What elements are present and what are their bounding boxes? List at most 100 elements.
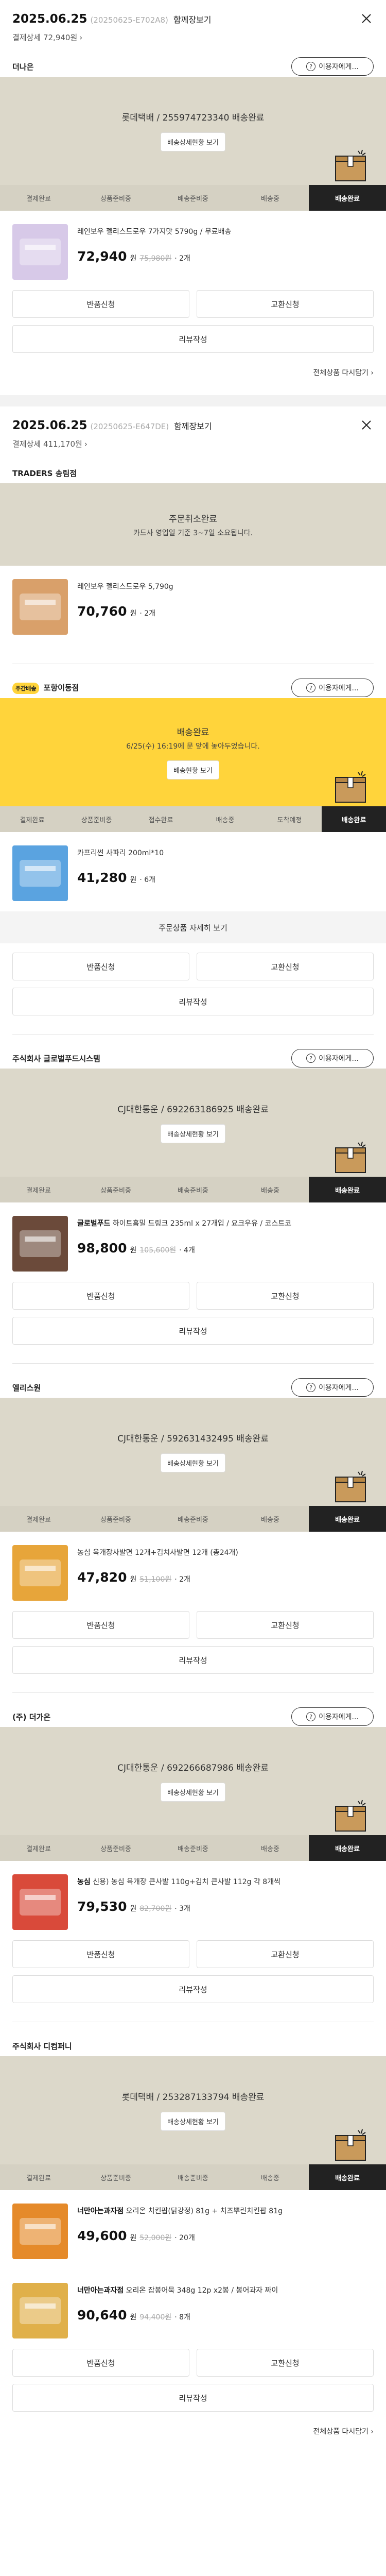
write-review-button[interactable]: 리뷰작성 bbox=[12, 1646, 374, 1674]
product-item[interactable]: 너만아는과자점 오리온 잡봉어묵 348g 12p x2봉 / 봉어과자 짜이 9… bbox=[12, 2269, 374, 2349]
delivery-status-title: 배송완료 bbox=[177, 727, 209, 738]
original-price: 105,600원 bbox=[139, 1246, 177, 1255]
help-button[interactable]: ? 이용자에게... bbox=[291, 57, 374, 76]
product-item[interactable]: 글로벌푸드 하이트홈밀 드링크 235ml x 27개입 / 요크우유 / 코스… bbox=[12, 1202, 374, 1282]
write-review-button[interactable]: 리뷰작성 bbox=[12, 325, 374, 353]
product-name: 카프리썬 사파리 200ml*10 bbox=[77, 849, 164, 859]
seller-row: 더나은 ? 이용자에게... bbox=[12, 56, 374, 77]
delivery-status-title: CJ대한통운 / 592631432495 배송완료 bbox=[117, 1434, 269, 1444]
product-price: 90,640 원 94,400원 · 8개 bbox=[77, 2308, 278, 2323]
product-info: 카프리썬 사파리 200ml*10 41,280 원 · 6개 bbox=[77, 845, 164, 885]
product-item[interactable]: 레인보우 젤리스드로우 5,790g 70,760 원 · 2개 bbox=[12, 566, 374, 645]
seller-name: 엘리스원 bbox=[12, 1382, 41, 1393]
write-review-button[interactable]: 리뷰작성 bbox=[12, 1975, 374, 2003]
delivery-step: 배송준비중 bbox=[178, 1516, 208, 1524]
price-currency: 원 bbox=[130, 875, 137, 884]
product-item[interactable]: 농심 신용) 농심 육개장 큰사발 110g+김치 큰사발 112g 각 8개씩… bbox=[12, 1861, 374, 1940]
delivery-status-banner: CJ대한통운 / 692263186925 배송완료 배송상세현황 보기 bbox=[0, 1069, 386, 1177]
write-review-button[interactable]: 리뷰작성 bbox=[12, 2384, 374, 2412]
return-request-button[interactable]: 반품신청 bbox=[12, 1282, 189, 1310]
product-thumbnail bbox=[12, 224, 68, 280]
delivery-step: 결제완료 bbox=[26, 195, 51, 203]
exchange-request-button[interactable]: 교환신청 bbox=[197, 1940, 374, 1968]
seller-name-text: 주식회사 디컴퍼니 bbox=[12, 2041, 72, 2051]
delivery-step: 배송완료 bbox=[309, 1506, 386, 1532]
order-detail-link[interactable]: 주문상품 자세히 보기 bbox=[0, 911, 386, 943]
help-icon: ? bbox=[306, 1383, 316, 1392]
seller-section: 주식회사 디컴퍼니 롯데택배 / 253287133794 배송완료 배송상세현황 … bbox=[0, 2022, 386, 2412]
return-request-button[interactable]: 반품신청 bbox=[12, 1940, 189, 1968]
seller-row: 주식회사 글로벌푸드시스템 ? 이용자에게... bbox=[12, 1048, 374, 1069]
delivery-step: 배송완료 bbox=[322, 806, 386, 832]
delivery-step: 상품준비중 bbox=[100, 1516, 131, 1524]
help-button[interactable]: ? 이용자에게... bbox=[291, 1378, 374, 1397]
product-item[interactable]: 농심 육개장사발면 12개+김치사발면 12개 (총24개) 47,820 원 51,… bbox=[12, 1532, 374, 1611]
product-name: 레인보우 젤리스드로우 5,790g bbox=[77, 582, 173, 592]
close-icon[interactable] bbox=[360, 419, 373, 431]
return-request-button[interactable]: 반품신청 bbox=[12, 2349, 189, 2377]
reorder-all-link[interactable]: 전체상품 다시담기 › bbox=[12, 353, 374, 395]
delivery-detail-button[interactable]: 배송상세현황 보기 bbox=[161, 2112, 225, 2131]
product-price: 47,820 원 51,100원 · 2개 bbox=[77, 1570, 238, 1585]
delivery-step: 상품준비중 bbox=[100, 195, 131, 203]
help-button[interactable]: ? 이용자에게... bbox=[291, 1049, 374, 1067]
product-quantity: · 8개 bbox=[174, 2313, 190, 2321]
delivery-steps: 결제완료 상품준비중 배송준비중 배송중 배송완료 bbox=[0, 2164, 386, 2190]
product-info: 레인보우 젤리스드로우 5,790g 70,760 원 · 2개 bbox=[77, 579, 173, 619]
payment-detail-link[interactable]: 결제상세 72,940원 › bbox=[12, 32, 374, 43]
exchange-request-button[interactable]: 교환신청 bbox=[197, 953, 374, 980]
delivery-step: 배송완료 bbox=[309, 1835, 386, 1861]
box-icon bbox=[332, 2128, 369, 2161]
order-date: 2025.06.25 bbox=[12, 12, 87, 26]
delivery-detail-button[interactable]: 배송현황 보기 bbox=[167, 760, 219, 779]
delivery-step: 상품준비중 bbox=[100, 1845, 131, 1853]
seller-row: (주) 더가온? 이용자에게... bbox=[12, 1706, 374, 1727]
exchange-request-button[interactable]: 교환신청 bbox=[197, 1611, 374, 1639]
delivery-step: 상품준비중 bbox=[100, 1187, 131, 1195]
exchange-request-button[interactable]: 교환신청 bbox=[197, 1282, 374, 1310]
seller-name: 주식회사 글로벌푸드시스템 bbox=[12, 1053, 100, 1064]
delivery-detail-button[interactable]: 배송상세현황 보기 bbox=[161, 132, 225, 151]
write-review-button[interactable]: 리뷰작성 bbox=[12, 988, 374, 1015]
return-request-button[interactable]: 반품신청 bbox=[12, 1611, 189, 1639]
product-item[interactable]: 카프리썬 사파리 200ml*10 41,280 원 · 6개 bbox=[12, 832, 374, 911]
delivery-detail-button[interactable]: 배송상세현황 보기 bbox=[161, 1124, 225, 1143]
payment-detail-link[interactable]: 결제상세 411,170원 › bbox=[12, 438, 374, 449]
product-quantity: · 6개 bbox=[139, 875, 156, 884]
delivery-detail-button[interactable]: 배송상세현황 보기 bbox=[161, 1453, 225, 1472]
help-button-label: 이용자에게... bbox=[319, 684, 359, 692]
price-currency: 원 bbox=[130, 1575, 137, 1584]
seller-name: 더나은 bbox=[12, 61, 33, 72]
product-thumbnail bbox=[12, 1545, 68, 1601]
delivery-step: 결제완료 bbox=[20, 816, 45, 824]
order-header: 2025.06.25 (20250625-E647DE) 함께장보기 bbox=[12, 419, 374, 432]
delivery-step: 배송준비중 bbox=[178, 2174, 208, 2182]
delivery-status-banner: 배송완료 6/25(수) 16:19에 문 앞에 놓아두었습니다. 배송현황 보기 bbox=[0, 698, 386, 806]
product-name: 너만아는과자점 오리온 치킨팝(닭강정) 81g + 치즈뿌린치킨팝 81g bbox=[77, 2207, 283, 2217]
reorder-all-link[interactable]: 전체상품 다시담기 › bbox=[12, 2412, 374, 2454]
return-request-button[interactable]: 반품신청 bbox=[12, 290, 189, 318]
price-value: 49,600 bbox=[77, 2228, 127, 2243]
delivery-detail-button[interactable]: 배송상세현황 보기 bbox=[161, 1783, 225, 1802]
price-value: 47,820 bbox=[77, 1569, 127, 1585]
exchange-request-button[interactable]: 교환신청 bbox=[197, 2349, 374, 2377]
close-icon[interactable] bbox=[360, 12, 373, 25]
delivery-status-title: CJ대한통운 / 692266687986 배송완료 bbox=[117, 1763, 269, 1773]
return-request-button[interactable]: 반품신청 bbox=[12, 953, 189, 980]
chevron-right-icon: › bbox=[368, 2428, 374, 2436]
product-quantity: · 2개 bbox=[139, 609, 156, 618]
product-name-text: 신용) 농심 육개장 큰사발 110g+김치 큰사발 112g 각 8개씩 bbox=[93, 1878, 280, 1886]
payment-detail-text: 결제상세 411,170원 bbox=[12, 439, 82, 449]
product-item[interactable]: 레인보우 젤리스드로우 7가지맛 5790g / 무료배송 72,940 원 75,9… bbox=[12, 211, 374, 290]
help-button[interactable]: ? 이용자에게... bbox=[291, 679, 374, 697]
delivery-badge: 주간배송 bbox=[12, 682, 40, 694]
product-price: 49,600 원 52,000원 · 20개 bbox=[77, 2228, 283, 2243]
product-item[interactable]: 너만아는과자점 오리온 치킨팝(닭강정) 81g + 치즈뿌린치킨팝 81g 49… bbox=[12, 2190, 374, 2269]
product-info: 글로벌푸드 하이트홈밀 드링크 235ml x 27개입 / 요크우유 / 코스… bbox=[77, 1216, 291, 1256]
product-thumbnail bbox=[12, 579, 68, 635]
help-button[interactable]: ? 이용자에게... bbox=[291, 1707, 374, 1726]
exchange-request-button[interactable]: 교환신청 bbox=[197, 290, 374, 318]
product-price: 79,530 원 82,700원 · 3개 bbox=[77, 1899, 280, 1914]
delivery-status-title: 롯데택배 / 255974723340 배송완료 bbox=[121, 113, 265, 123]
write-review-button[interactable]: 리뷰작성 bbox=[12, 1317, 374, 1345]
